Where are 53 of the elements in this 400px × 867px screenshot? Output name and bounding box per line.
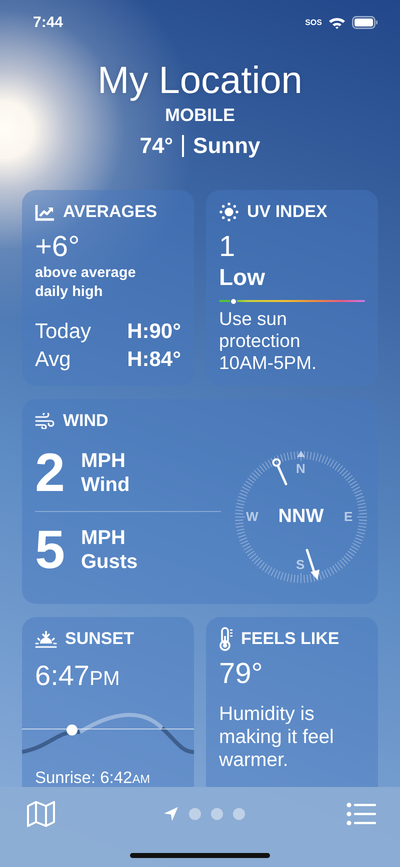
location-page-icon[interactable] [163, 806, 179, 822]
wind-icon [35, 413, 55, 429]
card-title: WIND [63, 411, 108, 431]
current-temperature: 74° [140, 132, 174, 160]
high-temperature: H:90° [127, 319, 181, 345]
page-dot[interactable] [211, 808, 223, 820]
temperature-difference: +6° [35, 230, 81, 264]
compass-letter: E [344, 510, 353, 524]
wifi-icon [328, 16, 346, 28]
location-title: My Location [96, 59, 304, 104]
page-dot[interactable] [233, 808, 245, 820]
needle-tail-icon [272, 458, 290, 486]
card-title: AVERAGES [63, 202, 158, 222]
sun-icon [219, 202, 239, 222]
list-icon [346, 802, 376, 826]
city-name: MOBILE [164, 104, 236, 126]
page-dot[interactable] [189, 808, 201, 820]
battery-icon [352, 16, 378, 28]
card-title: UV INDEX [247, 202, 328, 222]
high-temperature: H:84° [127, 347, 181, 373]
speed-unit: MPH [81, 449, 126, 473]
uv-value: 1 [219, 230, 236, 264]
feels-like-temperature: 79° [219, 657, 264, 691]
wind-speed: 2 [35, 445, 66, 501]
averages-description: above average daily high [35, 264, 137, 302]
sunset-icon [35, 630, 57, 648]
speed-label: Wind [81, 473, 130, 497]
arrow-icon [305, 548, 321, 580]
feels-like-description: Humidity is making it feel warmer. [219, 703, 335, 772]
compass-letter: S [296, 558, 305, 572]
uv-advice: Use sun protection 10AM-5PM. [219, 308, 318, 374]
status-time: 7:44 [33, 14, 64, 30]
wind-direction: NNW [278, 506, 324, 526]
card-title: SUNSET [65, 629, 134, 649]
wind-speed: 5 [35, 522, 66, 578]
separator-bar [182, 135, 184, 157]
sunrise-time: Sunrise: 6:42AM [35, 768, 152, 787]
carrier-label: SOS [305, 18, 322, 26]
card-title: FEELS LIKE [241, 629, 340, 649]
sunset-time: 6:47PM [35, 659, 121, 693]
row-label: Today [35, 319, 92, 345]
map-icon [26, 800, 56, 828]
compass-letter: N [296, 462, 306, 476]
chart-icon [35, 204, 55, 220]
uv-category: Low [219, 264, 266, 290]
row-label: Avg [35, 347, 71, 373]
thermometer-icon [219, 627, 233, 651]
condition-text: Sunny [193, 132, 260, 160]
speed-label: Gusts [81, 550, 138, 574]
compass-letter: W [246, 510, 258, 524]
speed-unit: MPH [81, 526, 126, 550]
list-button[interactable] [344, 800, 378, 828]
map-button[interactable] [24, 798, 58, 830]
